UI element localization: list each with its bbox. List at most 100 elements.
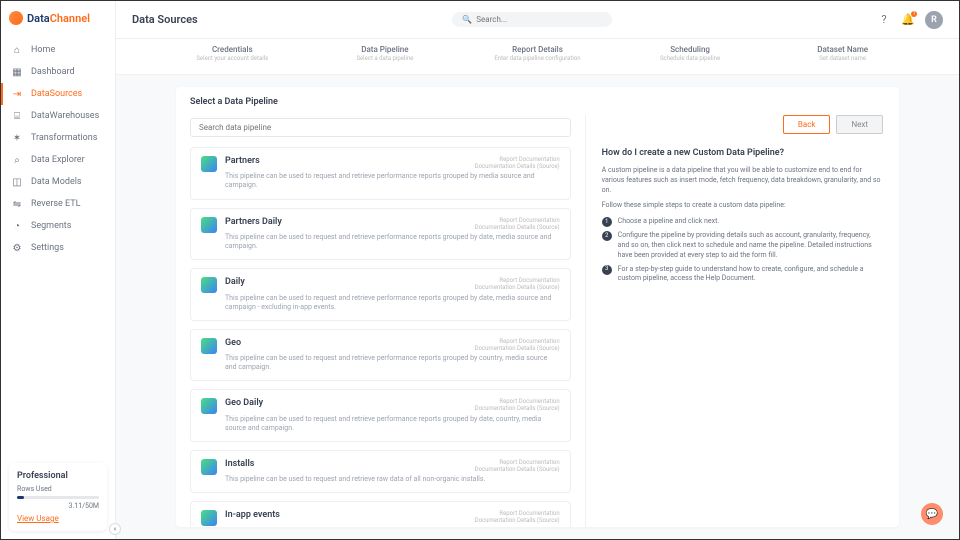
next-button[interactable]: Next bbox=[836, 115, 883, 134]
pipeline-name: Daily bbox=[225, 277, 245, 287]
pipeline-doc-links[interactable]: Report DocumentationDocumentation Detail… bbox=[475, 398, 560, 412]
sidebar-item-datasources[interactable]: ⇥ DataSources bbox=[1, 83, 115, 105]
pipeline-card[interactable]: Installs Report DocumentationDocumentatio… bbox=[190, 450, 571, 493]
sidebar-item-home[interactable]: ⌂ Home bbox=[1, 39, 115, 61]
nav-label: Dashboard bbox=[31, 67, 75, 77]
help-icon[interactable]: ? bbox=[877, 13, 891, 27]
pipeline-desc: This pipeline can be used to request and… bbox=[225, 172, 560, 190]
step-subtitle: Select your account details bbox=[156, 55, 309, 62]
pipeline-desc: This pipeline can be used to request and… bbox=[225, 294, 560, 312]
step-number-icon: 3 bbox=[602, 265, 612, 275]
pipeline-card[interactable]: Geo Report DocumentationDocumentation Det… bbox=[190, 329, 571, 382]
usage-tier: Professional bbox=[17, 471, 99, 481]
pipeline-card[interactable]: Geo Daily Report DocumentationDocumentati… bbox=[190, 389, 571, 442]
pipeline-doc-links[interactable]: Report DocumentationDocumentation Detail… bbox=[475, 156, 560, 170]
global-search[interactable]: 🔍 bbox=[452, 12, 612, 27]
help-step: 1Choose a pipeline and click next. bbox=[602, 217, 883, 227]
pipeline-desc: This pipeline can be used to request and… bbox=[225, 354, 560, 372]
nav-label: Data Models bbox=[31, 177, 82, 187]
nav-icon: ◫ bbox=[11, 176, 23, 188]
help-column: Back Next How do I create a new Custom D… bbox=[586, 115, 899, 527]
search-input[interactable] bbox=[476, 15, 602, 24]
nav-label: Segments bbox=[31, 221, 71, 231]
nav-label: Data Explorer bbox=[31, 155, 85, 165]
pipeline-card[interactable]: Daily Report DocumentationDocumentation D… bbox=[190, 268, 571, 321]
pipeline-doc-links[interactable]: Report DocumentationDocumentation Detail… bbox=[475, 277, 560, 291]
help-intro: A custom pipeline is a data pipeline tha… bbox=[602, 166, 883, 195]
collapse-sidebar-icon[interactable]: « bbox=[109, 523, 121, 535]
usage-bar bbox=[17, 496, 99, 499]
brand-logo[interactable]: DataChannel bbox=[1, 1, 115, 35]
sidebar-item-settings[interactable]: ⚙ Settings bbox=[1, 237, 115, 259]
pipeline-name: Partners Daily bbox=[225, 217, 282, 227]
nav-label: DataWarehouses bbox=[31, 111, 99, 121]
pipeline-search-input[interactable] bbox=[190, 118, 571, 137]
usage-value: 3.11/50M bbox=[17, 502, 99, 510]
nav-icon: ✶ bbox=[11, 132, 23, 144]
pipeline-icon bbox=[201, 510, 217, 526]
pipeline-icon bbox=[201, 277, 217, 293]
usage-card: Professional Rows Used 3.11/50M View Usa… bbox=[9, 463, 107, 531]
wizard-step[interactable]: Report DetailsEnter data pipeline config… bbox=[461, 45, 614, 62]
nav-icon: ◔ bbox=[11, 220, 23, 232]
pipeline-name: In-app events bbox=[225, 510, 280, 520]
sidebar-item-transformations[interactable]: ✶Transformations bbox=[1, 127, 115, 149]
sidebar-item-data explorer[interactable]: ⌕ Data Explorer bbox=[1, 149, 115, 171]
sidebar-item-datawarehouses[interactable]: ⌸ DataWarehouses bbox=[1, 105, 115, 127]
nav-icon: ⇋ bbox=[11, 198, 23, 210]
page-title: Data Sources bbox=[132, 13, 198, 26]
pipeline-name: Geo bbox=[225, 338, 241, 348]
chat-fab[interactable]: 💬 bbox=[921, 503, 943, 525]
pipeline-doc-links[interactable]: Report DocumentationDocumentation Detail… bbox=[475, 510, 560, 524]
sidebar-item-reverse etl[interactable]: ⇋ Reverse ETL bbox=[1, 193, 115, 215]
help-step-text: Configure the pipeline by providing deta… bbox=[618, 231, 883, 260]
nav-label: Home bbox=[31, 45, 55, 55]
wizard-step[interactable]: CredentialsSelect your account details bbox=[156, 45, 309, 62]
step-title: Credentials bbox=[156, 45, 309, 54]
pipeline-desc: This pipeline can be used to request and… bbox=[225, 475, 560, 484]
step-title: Scheduling bbox=[614, 45, 767, 54]
pipeline-name: Geo Daily bbox=[225, 398, 263, 408]
step-subtitle: Schedule data pipeline bbox=[614, 55, 767, 62]
pipeline-card[interactable]: PartnersReport DocumentationDocumentatio… bbox=[190, 147, 571, 200]
help-step-text: For a step-by-step guide to understand h… bbox=[618, 265, 883, 285]
wizard-step[interactable]: Dataset NameSet dataset name bbox=[766, 45, 919, 62]
sidebar-item-segments[interactable]: ◔ Segments bbox=[1, 215, 115, 237]
step-title: Data Pipeline bbox=[309, 45, 462, 54]
nav-icon: ⇥ bbox=[11, 88, 23, 100]
pipeline-doc-links[interactable]: Report DocumentationDocumentation Detail… bbox=[475, 459, 560, 473]
pipeline-card[interactable]: In-app events Report DocumentationDocumen… bbox=[190, 501, 571, 527]
wizard-step[interactable]: SchedulingSchedule data pipeline bbox=[614, 45, 767, 62]
pipeline-doc-links[interactable]: Report DocumentationDocumentation Detail… bbox=[475, 217, 560, 231]
pipeline-card[interactable]: Partners Daily Report DocumentationDocume… bbox=[190, 208, 571, 261]
sidebar-item-dashboard[interactable]: ▦Dashboard bbox=[1, 61, 115, 83]
nav-icon: ⌕ bbox=[11, 154, 23, 166]
search-icon: 🔍 bbox=[462, 15, 472, 24]
nav-label: Settings bbox=[31, 243, 64, 253]
topbar: Data Sources 🔍 ? 🔔1 R bbox=[116, 1, 959, 39]
nav-icon: ⌂ bbox=[11, 44, 23, 56]
pipeline-desc: This pipeline can be used to request and… bbox=[225, 415, 560, 433]
view-usage-link[interactable]: View Usage bbox=[17, 514, 99, 523]
help-step: 2 Configure the pipeline by providing det… bbox=[602, 231, 883, 260]
wizard-step[interactable]: Data PipelineSelect a data pipeline bbox=[309, 45, 462, 62]
pipeline-icon bbox=[201, 338, 217, 354]
help-title: How do I create a new Custom Data Pipeli… bbox=[602, 148, 883, 158]
pipeline-doc-links[interactable]: Report DocumentationDocumentation Detail… bbox=[475, 338, 560, 352]
step-subtitle: Set dataset name bbox=[766, 55, 919, 62]
help-step-text: Choose a pipeline and click next. bbox=[618, 217, 720, 227]
pipeline-name: Installs bbox=[225, 459, 254, 469]
step-title: Report Details bbox=[461, 45, 614, 54]
nav-label: Reverse ETL bbox=[31, 199, 80, 209]
nav-label: DataSources bbox=[31, 89, 82, 99]
nav-icon: ⚙ bbox=[11, 242, 23, 254]
sidebar-item-data models[interactable]: ◫ Data Models bbox=[1, 171, 115, 193]
step-number-icon: 2 bbox=[602, 231, 612, 241]
nav-icon: ⌸ bbox=[11, 110, 23, 122]
wizard-steps: CredentialsSelect your account detailsDa… bbox=[116, 39, 959, 75]
help-lead: Follow these simple steps to create a cu… bbox=[602, 201, 883, 211]
back-button[interactable]: Back bbox=[783, 115, 831, 134]
bell-icon[interactable]: 🔔1 bbox=[901, 13, 915, 27]
step-subtitle: Select a data pipeline bbox=[309, 55, 462, 62]
avatar[interactable]: R bbox=[925, 11, 943, 29]
